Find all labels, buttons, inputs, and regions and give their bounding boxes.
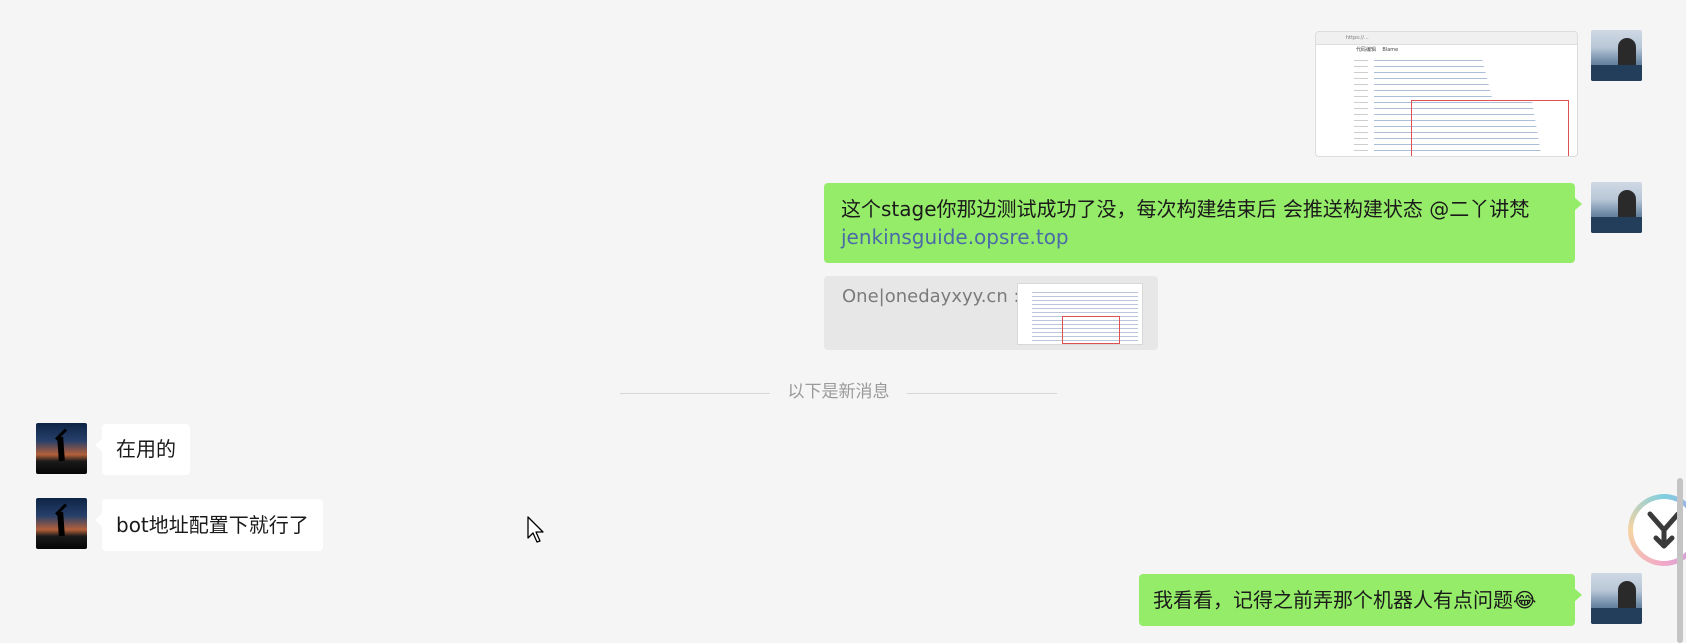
message-text: 在用的 <box>116 437 176 461</box>
new-messages-divider: 以下是新消息 <box>620 379 1057 405</box>
quoted-message[interactable]: One|onedayxyy.cn : <box>824 276 1158 350</box>
other-message-bubble[interactable]: bot地址配置下就行了 <box>95 499 323 551</box>
screenshot-tab-edit: 代码编辑 <box>1356 47 1377 53</box>
divider-line-right <box>907 393 1057 394</box>
screenshot-line-numbers <box>1354 60 1368 156</box>
message-text: 我看看，记得之前弄那个机器人有点问题😂 <box>1153 588 1537 612</box>
screenshot-tab-blame: Blame <box>1382 47 1399 53</box>
other-message-bubble[interactable]: 在用的 <box>95 424 190 475</box>
screenshot-highlight-box <box>1411 100 1569 156</box>
message-text: 这个stage你那边测试成功了没，每次构建结束后 会推送构建状态 @二丫讲梵 <box>841 197 1530 221</box>
mouse-pointer-icon <box>527 516 544 543</box>
my-message-bubble[interactable]: 我看看，记得之前弄那个机器人有点问题😂 <box>1139 574 1582 626</box>
other-avatar[interactable] <box>36 498 87 549</box>
thumb-highlight-box <box>1062 316 1120 344</box>
my-message-bubble[interactable]: 这个stage你那边测试成功了没，每次构建结束后 会推送构建状态 @二丫讲梵 j… <box>824 183 1582 263</box>
message-text: bot地址配置下就行了 <box>116 513 309 537</box>
scrollbar-thumb[interactable] <box>1677 478 1683 643</box>
other-avatar[interactable] <box>36 423 87 474</box>
my-avatar[interactable] <box>1591 182 1642 233</box>
quote-image-thumbnail[interactable] <box>1017 283 1143 345</box>
message-link[interactable]: jenkinsguide.opsre.top <box>841 223 1558 251</box>
screenshot-tabs: 代码编辑 Blame <box>1316 45 1577 55</box>
divider-label: 以下是新消息 <box>787 382 890 402</box>
screenshot-image-message[interactable]: https://... 代码编辑 Blame <box>1315 31 1578 157</box>
quote-text: One|onedayxyy.cn : <box>842 286 1020 307</box>
screenshot-browser-bar: https://... <box>1316 32 1577 45</box>
my-avatar[interactable] <box>1591 573 1642 624</box>
chat-panel: https://... 代码编辑 Blame 这个stage你那边测试成功了没，… <box>0 0 1686 643</box>
my-avatar[interactable] <box>1591 30 1642 81</box>
